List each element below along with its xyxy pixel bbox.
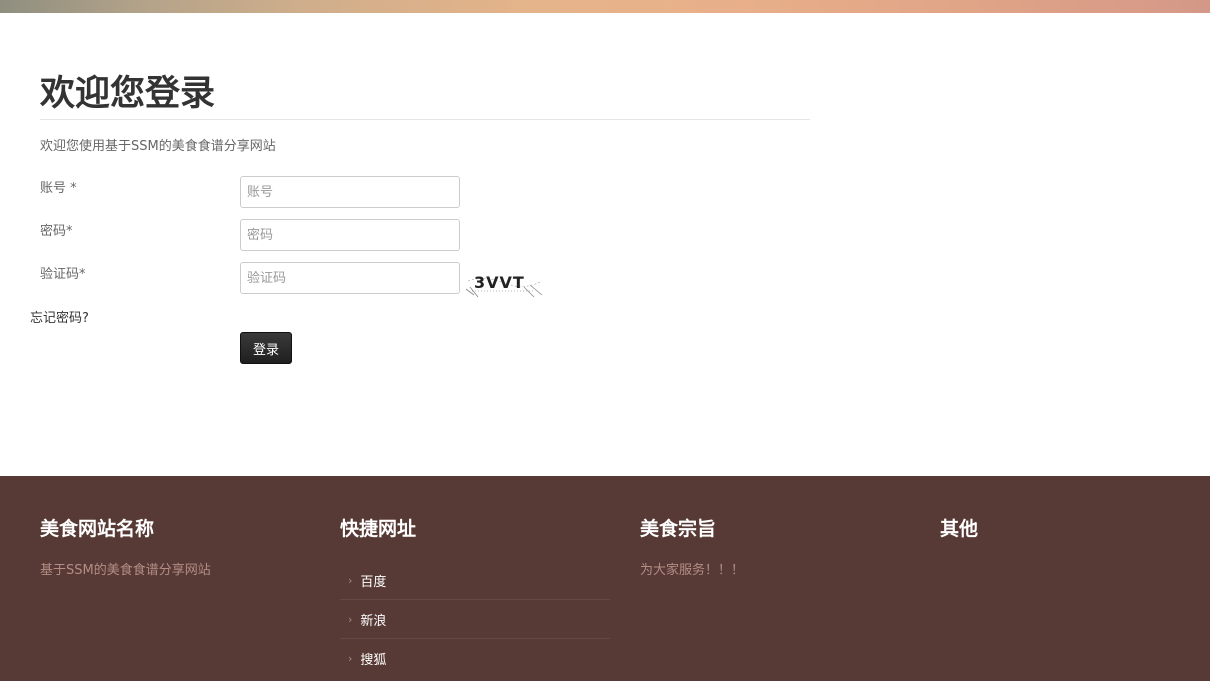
quick-link-sohu[interactable]: 搜狐: [360, 649, 386, 668]
chevron-right-icon: ›: [348, 652, 353, 665]
footer-description: 基于SSM的美食食谱分享网站: [40, 563, 211, 578]
password-input[interactable]: [240, 219, 460, 251]
footer-col-other: 其他: [940, 514, 1210, 541]
quick-link-baidu[interactable]: 百度: [360, 571, 386, 590]
password-label: 密码*: [40, 224, 73, 239]
account-label: 账号 *: [40, 181, 77, 196]
login-button[interactable]: 登录: [240, 332, 292, 364]
title-divider: [40, 119, 810, 120]
footer-heading: 快捷网址: [340, 518, 417, 540]
quick-link-item: › 百度: [340, 561, 610, 600]
footer-heading: 美食宗旨: [640, 518, 717, 540]
forgot-password-link[interactable]: 忘记密码?: [30, 307, 89, 326]
captcha-input[interactable]: [240, 262, 460, 294]
footer-heading: 其他: [940, 518, 979, 540]
footer-col-purpose: 美食宗旨 为大家服务！！！: [640, 514, 910, 578]
quick-links-list: › 百度 › 新浪 › 搜狐: [340, 561, 610, 678]
captcha-label: 验证码*: [40, 267, 86, 282]
chevron-right-icon: ›: [348, 612, 353, 626]
quick-link-item: › 搜狐: [340, 639, 610, 678]
captcha-image[interactable]: 3VVT: [464, 267, 544, 299]
top-decorative-strip: [0, 0, 1210, 13]
page-subtitle: 欢迎您使用基于SSM的美食食谱分享网站: [40, 139, 276, 154]
page-title: 欢迎您登录: [40, 74, 216, 114]
chevron-right-icon: ›: [348, 573, 353, 587]
footer-heading: 美食网站名称: [40, 518, 155, 540]
footer: 美食网站名称 基于SSM的美食食谱分享网站 快捷网址 › 百度 › 新浪 › 搜…: [0, 476, 1210, 681]
quick-link-item: › 新浪: [340, 600, 610, 639]
captcha-text: 3VVT: [474, 273, 525, 292]
account-input[interactable]: [240, 176, 460, 208]
quick-link-sina[interactable]: 新浪: [360, 610, 386, 629]
footer-purpose-text: 为大家服务！！！: [640, 563, 745, 578]
login-section: 欢迎您登录 欢迎您使用基于SSM的美食食谱分享网站 账号 * 密码* 验证码* …: [0, 13, 1210, 476]
footer-col-site-name: 美食网站名称 基于SSM的美食食谱分享网站: [40, 514, 310, 578]
footer-col-quick-links: 快捷网址 › 百度 › 新浪 › 搜狐: [340, 514, 610, 678]
